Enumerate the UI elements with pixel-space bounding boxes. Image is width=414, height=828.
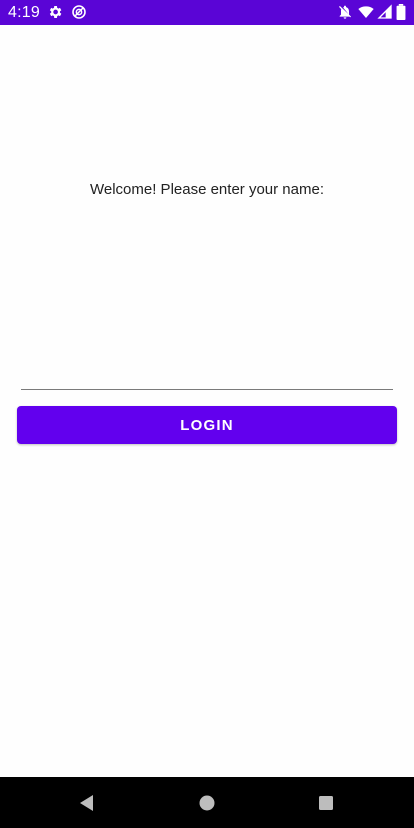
- status-bar: 4:19: [0, 0, 414, 25]
- home-icon[interactable]: [198, 794, 216, 812]
- name-input[interactable]: [21, 368, 393, 390]
- no-disturb-icon: [71, 4, 87, 20]
- welcome-message: Welcome! Please enter your name:: [89, 181, 324, 198]
- battery-icon: [395, 4, 407, 20]
- app-screen: 4:19 Welcome! Please enter your name: LO…: [0, 0, 414, 828]
- cellular-icon: [377, 4, 393, 20]
- notifications-off-icon: [337, 4, 353, 20]
- navigation-bar: [0, 777, 414, 828]
- wifi-icon: [358, 4, 374, 20]
- status-time: 4:19: [8, 4, 40, 21]
- login-button[interactable]: LOGIN: [17, 406, 397, 444]
- back-icon[interactable]: [78, 794, 96, 812]
- gear-icon: [47, 4, 63, 20]
- recents-icon[interactable]: [317, 794, 335, 812]
